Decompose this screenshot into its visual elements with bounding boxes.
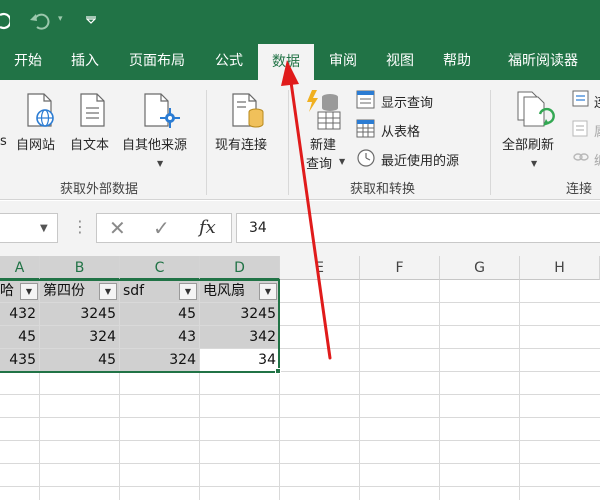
excel-window: ▾ 开始 插入 页面布局 公式 数据 审阅 视图 帮助 福昕阅读器 s 自网站	[0, 0, 600, 500]
annotation-arrow-icon	[281, 60, 332, 360]
